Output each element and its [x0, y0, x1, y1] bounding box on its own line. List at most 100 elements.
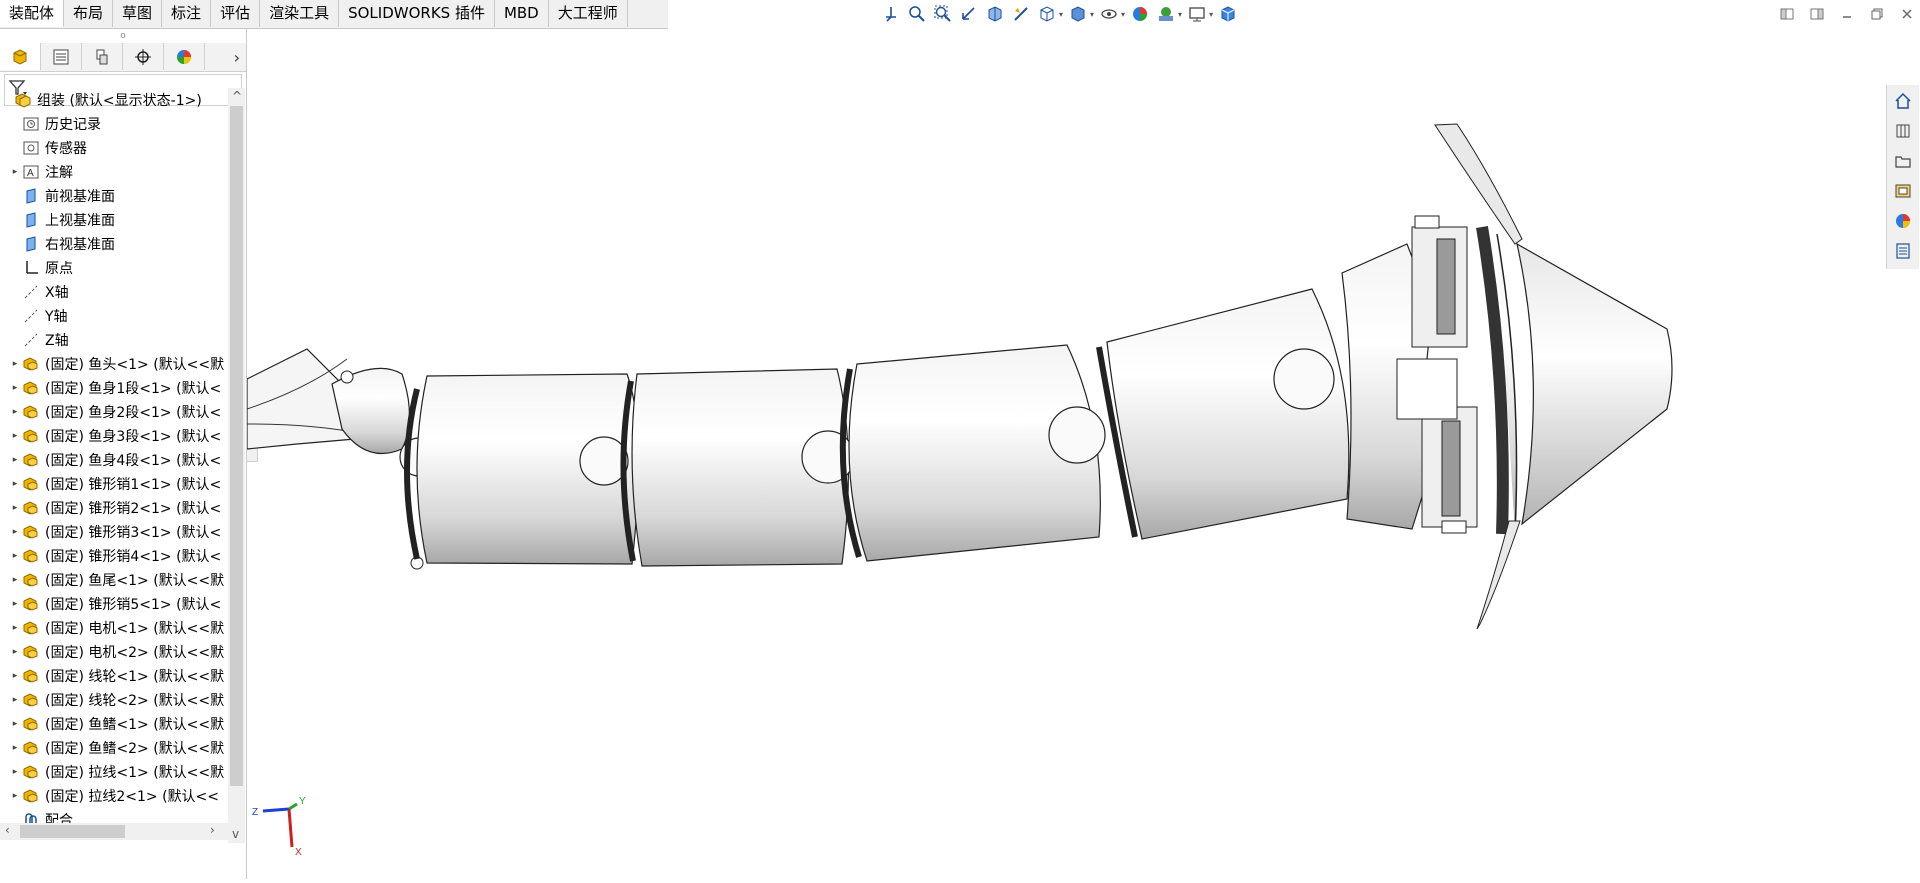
tab-8[interactable]: 大工程师: [549, 0, 628, 27]
restore-icon[interactable]: [1864, 2, 1890, 26]
tree-item[interactable]: ▸ (固定) 鱼头<1> (默认<<默: [0, 352, 226, 376]
appearances-icon[interactable]: [1891, 209, 1915, 233]
expand-arrow-icon[interactable]: ▸: [8, 551, 22, 561]
hide-show-icon[interactable]: [1098, 3, 1120, 25]
tree-item[interactable]: ▸ (固定) 鱼尾<1> (默认<<默: [0, 568, 226, 592]
more-tabs-chevron-icon[interactable]: ›: [205, 43, 246, 71]
fish-body-segment-1[interactable]: [404, 373, 640, 565]
view-setting-icon[interactable]: [1036, 3, 1058, 25]
design-library-icon[interactable]: [1891, 119, 1915, 143]
expand-arrow-icon[interactable]: ▸: [8, 791, 22, 801]
tree-item[interactable]: ▸ (固定) 锥形销5<1> (默认<: [0, 592, 226, 616]
tree-item[interactable]: ▸ (固定) 鱼鳍<1> (默认<<默: [0, 712, 226, 736]
tab-0[interactable]: 装配体: [0, 0, 65, 27]
feature-manager-icon[interactable]: [0, 43, 41, 70]
view-palette-icon[interactable]: [1891, 179, 1915, 203]
tree-item[interactable]: ▸ (固定) 锥形销2<1> (默认<: [0, 496, 226, 520]
tab-7[interactable]: MBD: [495, 0, 549, 27]
tree-item[interactable]: ▸ (固定) 锥形销3<1> (默认<: [0, 520, 226, 544]
expand-arrow-icon[interactable]: ▸: [8, 671, 22, 681]
expand-arrow-icon[interactable]: ▸: [8, 455, 22, 465]
tree-item[interactable]: ▸ (固定) 拉线2<1> (默认<<: [0, 784, 226, 808]
expand-arrow-icon[interactable]: ▸: [8, 431, 22, 441]
tree-item[interactable]: ▸ (固定) 鱼身1段<1> (默认<: [0, 376, 226, 400]
expand-arrow-icon[interactable]: ▸: [8, 743, 22, 753]
expand-arrow-icon[interactable]: ▸: [8, 695, 22, 705]
expand-arrow-icon[interactable]: ▸: [8, 479, 22, 489]
tab-1[interactable]: 布局: [64, 0, 114, 27]
horizontal-scroll-thumb[interactable]: [20, 825, 125, 838]
tree-item[interactable]: 历史记录: [0, 112, 226, 136]
tree-vertical-scrollbar[interactable]: ^ v: [228, 88, 245, 843]
scroll-up-arrow-icon[interactable]: ^: [232, 89, 242, 103]
expand-arrow-icon[interactable]: ▸: [8, 623, 22, 633]
tree-item[interactable]: Y轴: [0, 304, 226, 328]
tree-item[interactable]: Z轴: [0, 328, 226, 352]
dynamic-annotation-icon[interactable]: [1010, 3, 1032, 25]
vertical-scroll-thumb[interactable]: [230, 106, 243, 786]
apply-scene-icon[interactable]: [1155, 3, 1177, 25]
configuration-manager-icon[interactable]: [82, 43, 123, 70]
tile-left-icon[interactable]: [1774, 2, 1800, 26]
cube-icon[interactable]: [1217, 3, 1239, 25]
tree-item[interactable]: ▸ A 注解: [0, 160, 226, 184]
tab-3[interactable]: 标注: [162, 0, 212, 27]
expand-arrow-icon[interactable]: ▸: [8, 167, 22, 177]
fish-body-segment-4[interactable]: [1096, 288, 1350, 540]
tab-5[interactable]: 渲染工具: [260, 0, 340, 27]
tab-4[interactable]: 评估: [211, 0, 261, 27]
expand-arrow-icon[interactable]: ▸: [8, 599, 22, 609]
tree-item[interactable]: ▸ (固定) 电机<1> (默认<<默: [0, 616, 226, 640]
tree-item[interactable]: 右视基准面: [0, 232, 226, 256]
fish-body-segment-3[interactable]: [839, 344, 1106, 562]
expand-arrow-icon[interactable]: ▸: [8, 407, 22, 417]
property-manager-icon[interactable]: [41, 43, 82, 70]
tree-item[interactable]: ▸ (固定) 线轮<1> (默认<<默: [0, 664, 226, 688]
view-orientation-icon[interactable]: [880, 3, 902, 25]
tree-item[interactable]: ▸ (固定) 鱼身3段<1> (默认<: [0, 424, 226, 448]
expand-arrow-icon[interactable]: ▸: [8, 719, 22, 729]
custom-properties-icon[interactable]: [1891, 239, 1915, 263]
expand-arrow-icon[interactable]: ▸: [8, 647, 22, 657]
tree-item[interactable]: ▸ (固定) 锥形销1<1> (默认<: [0, 472, 226, 496]
fish-head[interactable]: [1341, 123, 1673, 630]
tree-item[interactable]: 配合: [0, 808, 226, 823]
expand-arrow-icon[interactable]: ▸: [8, 527, 22, 537]
expand-arrow-icon[interactable]: ▸: [8, 575, 22, 585]
home-icon[interactable]: [1891, 89, 1915, 113]
zoom-area-icon[interactable]: [932, 3, 954, 25]
zoom-to-fit-icon[interactable]: [906, 3, 928, 25]
close-icon[interactable]: [1894, 2, 1920, 26]
graphics-area[interactable]: Z Y X: [246, 29, 1887, 879]
tree-horizontal-scrollbar[interactable]: ‹ ›: [0, 823, 228, 840]
dropdown-arrow-icon[interactable]: ▾: [1090, 10, 1094, 19]
view-monitor-icon[interactable]: [1186, 3, 1208, 25]
tree-item[interactable]: 传感器: [0, 136, 226, 160]
scroll-down-arrow-icon[interactable]: v: [232, 827, 239, 841]
display-manager-icon[interactable]: [164, 43, 205, 70]
tree-item[interactable]: ▸ (固定) 线轮<2> (默认<<默: [0, 688, 226, 712]
tab-2[interactable]: 草图: [113, 0, 163, 27]
dropdown-arrow-icon[interactable]: ▾: [1059, 10, 1063, 19]
tree-item[interactable]: 组装 (默认<显示状态-1>): [0, 88, 226, 112]
tree-item[interactable]: ▸ (固定) 拉线<1> (默认<<默: [0, 760, 226, 784]
dropdown-arrow-icon[interactable]: ▾: [1209, 10, 1213, 19]
tree-item[interactable]: ▸ (固定) 鱼鳍<2> (默认<<默: [0, 736, 226, 760]
tree-item[interactable]: ▸ (固定) 鱼身4段<1> (默认<: [0, 448, 226, 472]
section-view-icon[interactable]: [984, 3, 1006, 25]
previous-view-icon[interactable]: [958, 3, 980, 25]
tree-item[interactable]: X轴: [0, 280, 226, 304]
display-style-icon[interactable]: [1067, 3, 1089, 25]
scroll-right-arrow-icon[interactable]: ›: [210, 823, 215, 837]
dropdown-arrow-icon[interactable]: ▾: [1178, 10, 1182, 19]
expand-arrow-icon[interactable]: ▸: [8, 503, 22, 513]
tab-6[interactable]: SOLIDWORKS 插件: [339, 0, 495, 27]
scroll-left-arrow-icon[interactable]: ‹: [5, 823, 10, 837]
file-explorer-icon[interactable]: [1891, 149, 1915, 173]
dropdown-arrow-icon[interactable]: ▾: [1121, 10, 1125, 19]
dim-xpert-icon[interactable]: [123, 43, 164, 70]
tree-item[interactable]: ▸ (固定) 电机<2> (默认<<默: [0, 640, 226, 664]
minimize-icon[interactable]: [1834, 2, 1860, 26]
fish-body-segment-2[interactable]: [620, 368, 855, 567]
tile-right-icon[interactable]: [1804, 2, 1830, 26]
